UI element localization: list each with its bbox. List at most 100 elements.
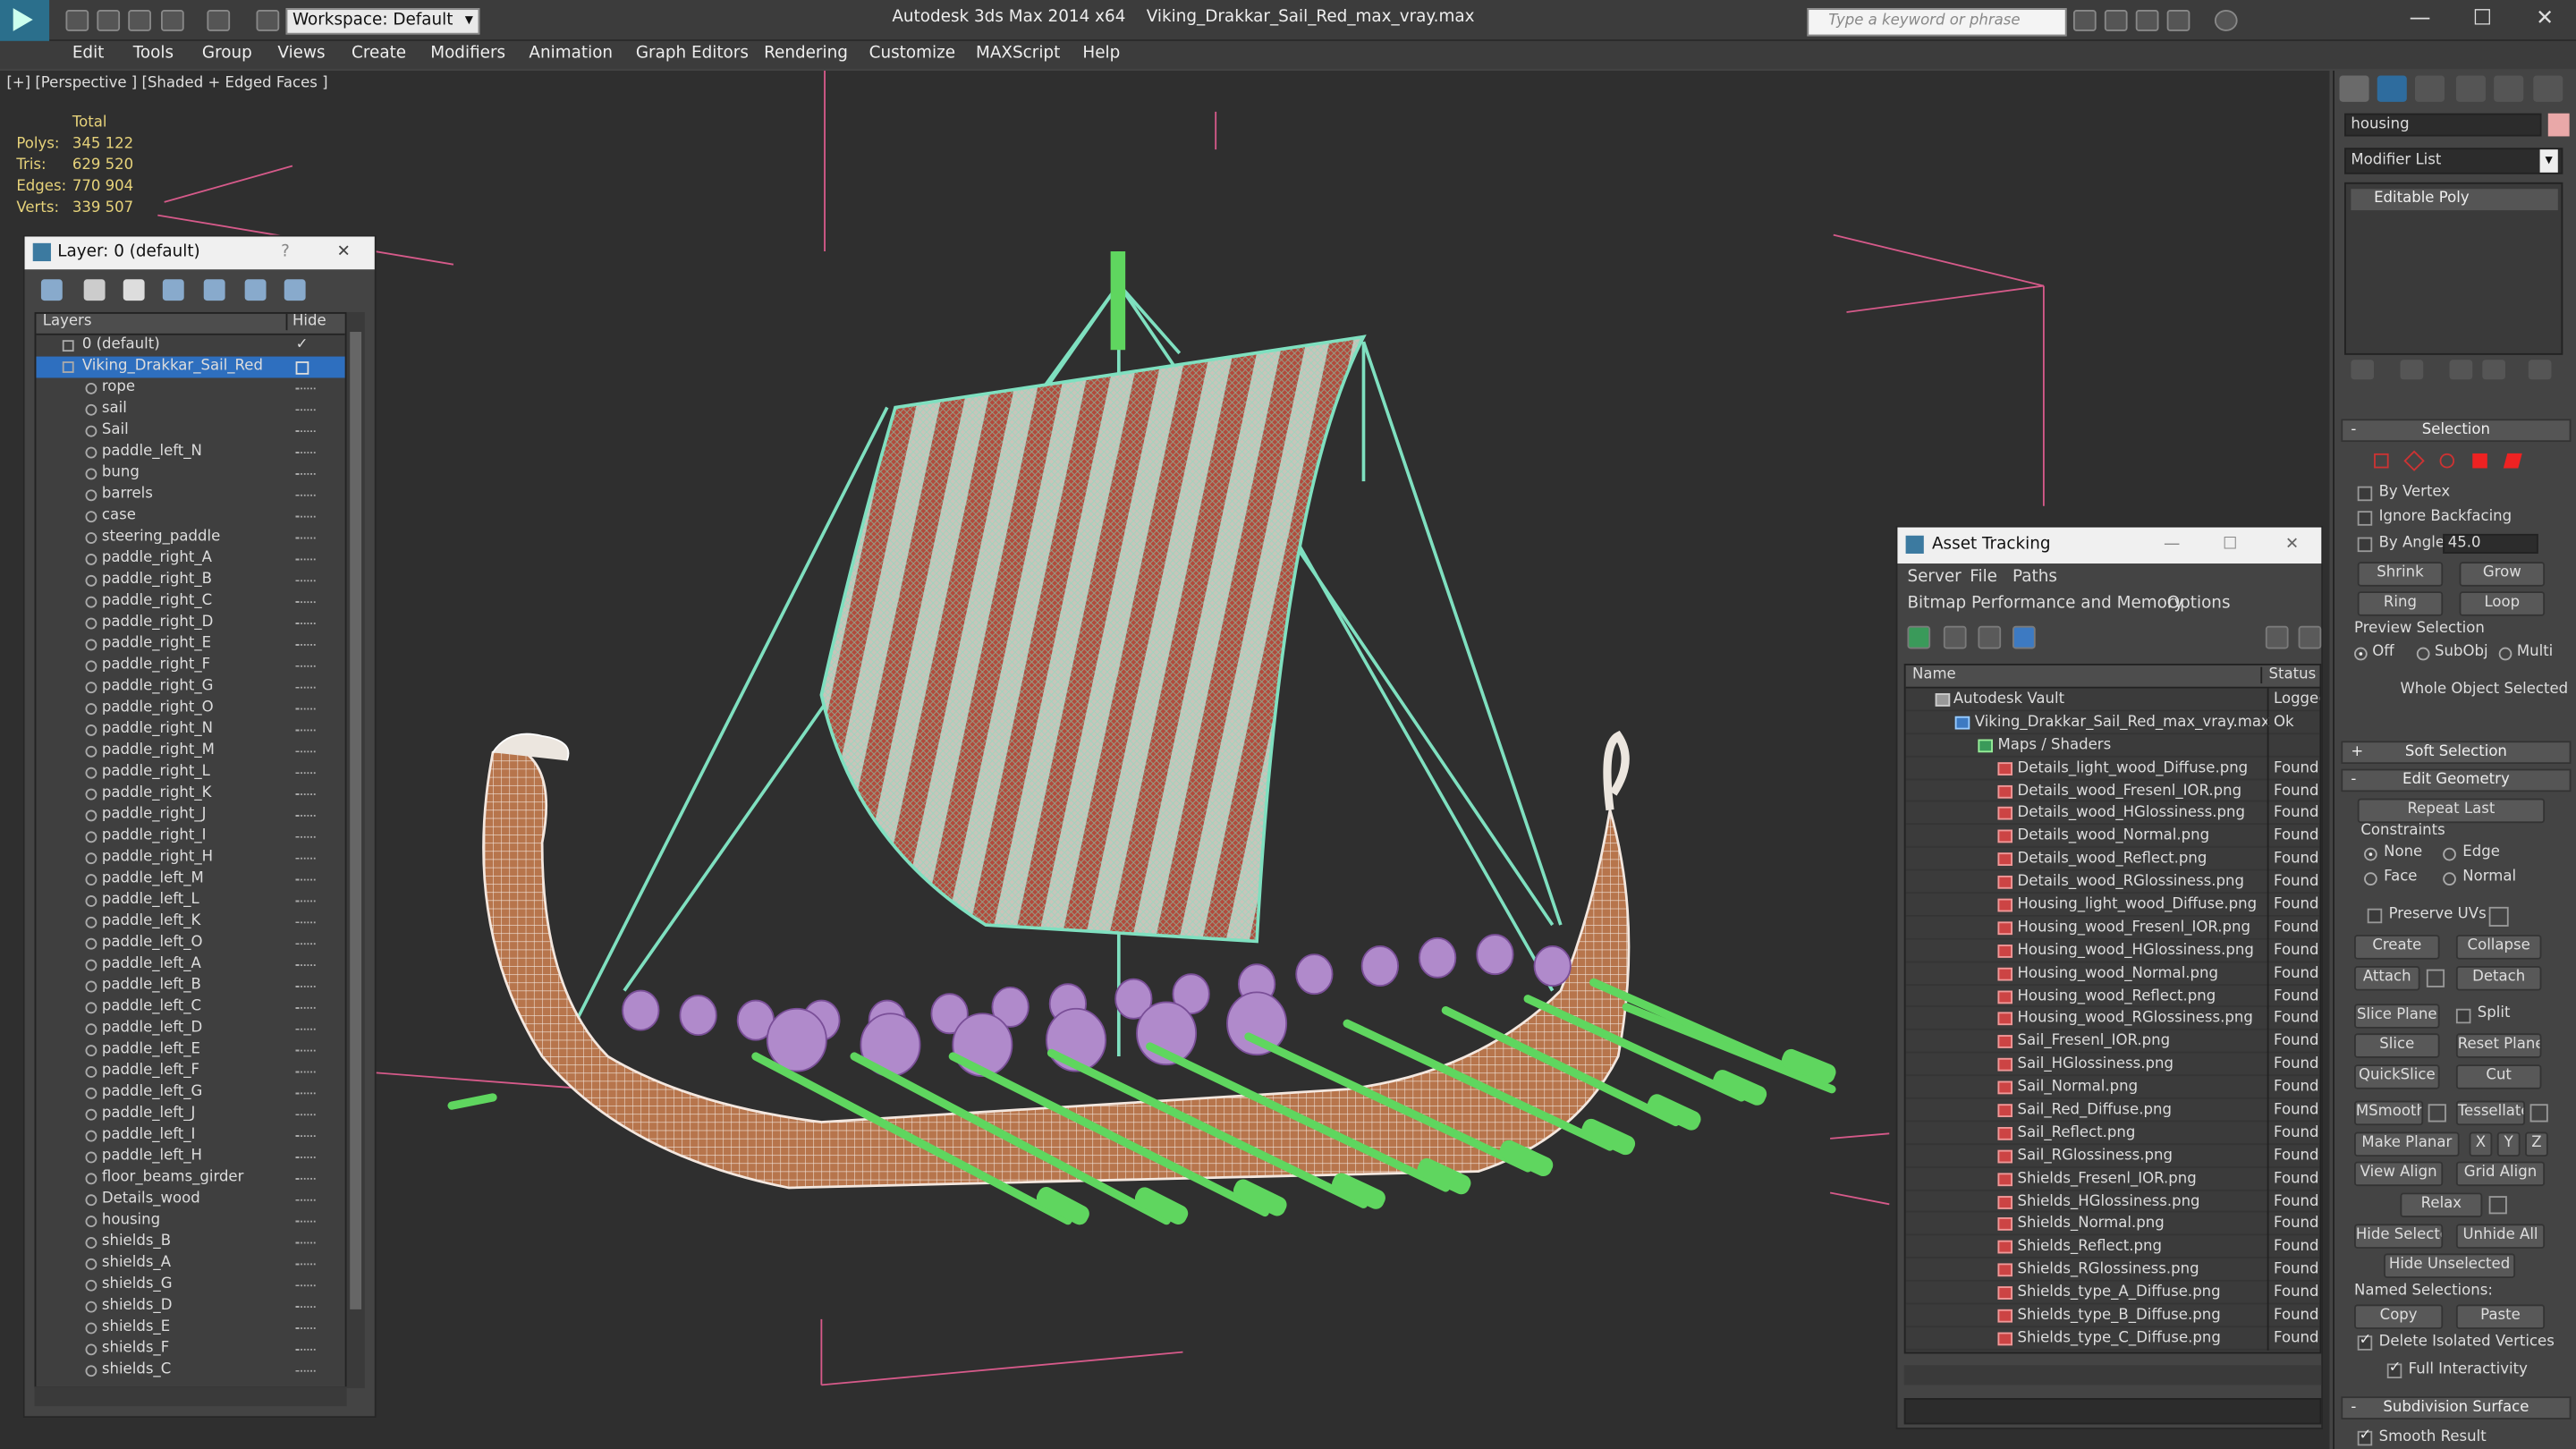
map-row[interactable]: Sail_RGlossiness.png Found xyxy=(1905,1144,2320,1168)
hide-toggle[interactable] xyxy=(295,1306,316,1309)
reset-plane-button[interactable]: Reset Plane xyxy=(2455,1033,2542,1058)
close-window-button[interactable]: ✕ xyxy=(2517,4,2572,37)
remove-modifier-icon[interactable] xyxy=(2482,360,2506,380)
asset-menu-options[interactable]: Options xyxy=(2167,595,2231,613)
vault-row[interactable]: Autodesk Vault Logged xyxy=(1905,688,2319,712)
hide-toggle[interactable] xyxy=(295,1284,316,1287)
hide-toggle[interactable] xyxy=(295,1006,316,1009)
maps-group-row[interactable]: Maps / Shaders xyxy=(1905,733,2320,758)
asset-table[interactable]: Name Status Autodesk Vault Logged Viking_… xyxy=(1903,664,2322,1354)
hide-toggle[interactable] xyxy=(295,878,316,881)
layer-row[interactable]: 0 (default) ✓ xyxy=(36,335,344,357)
save-file-icon[interactable] xyxy=(128,10,151,31)
layer-row[interactable]: paddle_right_I xyxy=(36,826,344,848)
menu-edit[interactable]: Edit xyxy=(72,45,105,63)
hide-toggle[interactable] xyxy=(295,815,316,817)
layer-row[interactable]: paddle_right_H xyxy=(36,848,344,869)
project-folder-icon[interactable] xyxy=(256,10,280,31)
planar-y-button[interactable]: Y xyxy=(2496,1131,2521,1157)
asset-menu-server[interactable]: Server xyxy=(1907,569,1961,587)
hide-toggle[interactable] xyxy=(295,1177,316,1180)
hide-unselected-button[interactable]: Hide Unselected xyxy=(2384,1253,2516,1278)
hide-toggle[interactable] xyxy=(295,1114,316,1116)
layer-list[interactable]: Layers Hide 0 (default) ✓ Viking_Drakkar_S… xyxy=(34,311,347,1389)
make-unique-icon[interactable] xyxy=(2449,360,2473,380)
layer-row[interactable]: paddle_left_L xyxy=(36,891,344,912)
menu-help[interactable]: Help xyxy=(1082,45,1120,63)
by-angle-checkbox[interactable] xyxy=(2357,537,2373,553)
rollout-selection[interactable]: - Selection xyxy=(2341,419,2572,443)
layer-row[interactable]: paddle_right_C xyxy=(36,591,344,613)
rollout-subdivision-surface[interactable]: - Subdivision Surface xyxy=(2341,1396,2572,1419)
polygon-mode-icon[interactable] xyxy=(2472,453,2487,469)
hide-toggle[interactable] xyxy=(295,1135,316,1138)
menu-tools[interactable]: Tools xyxy=(133,45,174,63)
layer-row[interactable]: paddle_left_H xyxy=(36,1147,344,1168)
constraint-face-radio[interactable] xyxy=(2364,872,2377,886)
table-view-icon[interactable] xyxy=(2012,625,2036,649)
layer-row[interactable]: paddle_right_O xyxy=(36,699,344,720)
layer-row[interactable]: paddle_left_N xyxy=(36,442,344,463)
grow-button[interactable]: Grow xyxy=(2459,562,2546,587)
search-input[interactable]: Type a keyword or phrase xyxy=(1807,8,2067,37)
make-planar-button[interactable]: Make Planar xyxy=(2354,1131,2460,1157)
asset-menu-bitmap-performance[interactable]: Bitmap Performance and Memory xyxy=(1907,595,2183,613)
highlight-layer-icon[interactable] xyxy=(203,279,225,301)
hide-toggle[interactable] xyxy=(295,515,316,518)
tessellate-settings-icon[interactable] xyxy=(2529,1104,2548,1123)
subscription-icon[interactable] xyxy=(2104,10,2128,31)
full-interactivity-checkbox[interactable] xyxy=(2386,1360,2402,1379)
map-row[interactable]: Details_light_wood_Diffuse.png Found xyxy=(1905,757,2320,780)
menu-create[interactable]: Create xyxy=(352,45,406,63)
map-row[interactable]: Shields_type_C_Diffuse.png Found xyxy=(1905,1326,2320,1351)
rollout-soft-selection[interactable]: + Soft Selection xyxy=(2341,741,2572,765)
slice-button[interactable]: Slice xyxy=(2354,1033,2440,1058)
refresh-icon[interactable] xyxy=(1907,625,1931,649)
attach-button[interactable]: Attach xyxy=(2354,965,2420,991)
relax-settings-icon[interactable] xyxy=(2488,1196,2507,1215)
paste-button[interactable]: Paste xyxy=(2455,1304,2546,1329)
delete-layer-icon[interactable] xyxy=(83,279,106,301)
map-row[interactable]: Details_wood_Reflect.png Found xyxy=(1905,848,2320,871)
constraint-edge-radio[interactable] xyxy=(2443,847,2456,861)
maximize-button[interactable]: ☐ xyxy=(2454,4,2510,37)
hide-toggle[interactable] xyxy=(295,1092,316,1095)
msmooth-button[interactable]: MSmooth xyxy=(2354,1100,2424,1126)
hide-toggle[interactable] xyxy=(295,472,316,475)
map-row[interactable]: Housing_wood_HGlossiness.png Found xyxy=(1905,939,2320,962)
asset-minimize-button[interactable]: — xyxy=(2164,528,2180,564)
rollout-edit-geometry[interactable]: - Edit Geometry xyxy=(2341,768,2572,792)
layer-row[interactable]: paddle_left_C xyxy=(36,997,344,1019)
new-layer-icon[interactable] xyxy=(40,279,63,301)
undo-icon[interactable] xyxy=(160,10,184,31)
col-status[interactable]: Status xyxy=(2260,666,2316,684)
loop-button[interactable]: Loop xyxy=(2459,591,2546,616)
layer-row[interactable]: housing xyxy=(36,1211,344,1233)
view-align-button[interactable]: View Align xyxy=(2354,1161,2444,1187)
object-name-field[interactable]: housing xyxy=(2344,113,2542,137)
modifier-stack[interactable]: Editable Poly xyxy=(2344,182,2563,355)
hide-toggle[interactable] xyxy=(295,409,316,411)
hide-toggle[interactable] xyxy=(295,943,316,945)
grid-align-button[interactable]: Grid Align xyxy=(2455,1161,2546,1187)
layer-row[interactable]: paddle_left_D xyxy=(36,1019,344,1040)
hide-toggle[interactable] xyxy=(295,772,316,775)
asset-settings-icon[interactable] xyxy=(2298,625,2322,649)
select-objects-icon[interactable] xyxy=(162,279,184,301)
attach-settings-icon[interactable] xyxy=(2426,969,2445,987)
tessellate-button[interactable]: Tessellate xyxy=(2455,1100,2526,1126)
ring-button[interactable]: Ring xyxy=(2357,591,2444,616)
layer-row[interactable]: paddle_right_E xyxy=(36,634,344,656)
layer-row-selected[interactable]: Viking_Drakkar_Sail_Red xyxy=(36,356,345,378)
hide-toggle[interactable] xyxy=(295,1327,316,1329)
asset-path-field[interactable] xyxy=(1903,1398,2322,1425)
asset-menu-file[interactable]: File xyxy=(1970,569,1997,587)
layer-row[interactable]: rope xyxy=(36,377,344,399)
preserve-uvs-checkbox[interactable] xyxy=(2367,908,2383,924)
map-row[interactable]: Shields_HGlossiness.png Found xyxy=(1905,1190,2320,1214)
hide-toggle[interactable] xyxy=(295,558,316,561)
hide-toggle[interactable] xyxy=(295,361,309,375)
hide-toggle[interactable] xyxy=(295,580,316,582)
repeat-last-button[interactable]: Repeat Last xyxy=(2357,798,2546,824)
file-row[interactable]: Viking_Drakkar_Sail_Red_max_vray.max Ok xyxy=(1905,711,2320,734)
